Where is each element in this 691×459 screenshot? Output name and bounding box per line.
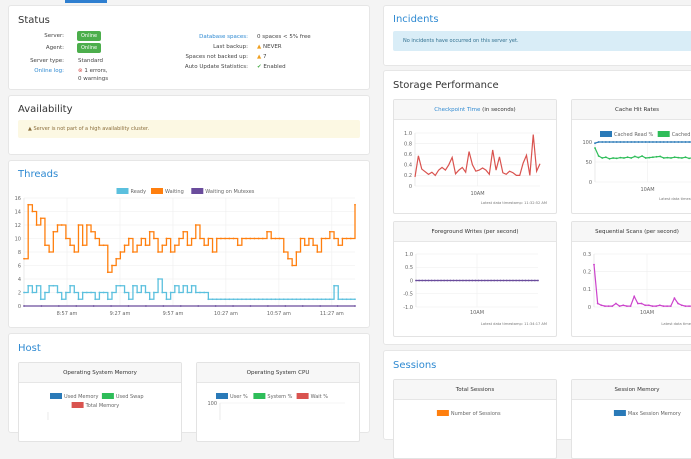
threads-panel: Threads [8, 160, 370, 328]
active-tab-indicator[interactable] [65, 0, 107, 3]
online-log-errors: ⊗ 1 errors, [78, 68, 108, 74]
auto-update-stats-label: Auto Update Statistics: [184, 64, 248, 70]
checkpoint-card: Checkpoint Time (in seconds) [393, 99, 557, 214]
availability-message: Server is not part of a high availabilit… [33, 126, 150, 132]
host-title[interactable]: Host [18, 343, 41, 354]
session-memory-card: Session Memory [571, 379, 691, 459]
cache-hit-card: Cache Hit Rates [571, 99, 691, 214]
server-status-badge: Online [77, 31, 102, 41]
total-sessions-card: Total Sessions [393, 379, 557, 459]
storage-title: Storage Performance [393, 80, 499, 91]
error-icon: ⊗ [78, 68, 83, 74]
sequential-scans-card: Sequential Scans (per second) [571, 221, 691, 337]
database-spaces-value: 0 spaces < 5% free [257, 34, 311, 40]
auto-update-stats-value: ✔ Enabled [257, 64, 286, 70]
online-log-link[interactable]: Online log: [34, 68, 64, 74]
agent-label: Agent: [45, 45, 64, 51]
warning-icon: ▲ [28, 126, 32, 132]
server-type-value: Standard [78, 58, 104, 64]
online-log-warnings: 0 warnings [78, 76, 109, 82]
sessions-title[interactable]: Sessions [393, 360, 436, 371]
cache-hit-title: Cache Hit Rates [572, 100, 691, 120]
foreground-writes-card: Foreground Writes (per second) [393, 221, 557, 337]
agent-status-badge: Online [77, 43, 102, 53]
status-panel: Status Server: Online Agent: Online Serv… [8, 5, 370, 90]
sequential-scans-title: Sequential Scans (per second) [572, 222, 691, 242]
errors-count: 1 errors, [84, 68, 108, 74]
total-sessions-title: Total Sessions [394, 380, 556, 400]
availability-panel: Availability ▲ Server is not part of a h… [8, 95, 370, 155]
host-panel: Host Operating System Memory Operating S… [8, 333, 370, 442]
os-cpu-card: Operating System CPU [196, 362, 360, 442]
threads-title[interactable]: Threads [18, 169, 58, 180]
os-memory-title: Operating System Memory [19, 363, 181, 383]
server-label: Server: [44, 33, 64, 39]
os-cpu-title: Operating System CPU [197, 363, 359, 383]
availability-title: Availability [18, 104, 73, 115]
check-icon: ✔ [257, 64, 262, 70]
os-memory-card: Operating System Memory [18, 362, 182, 442]
sessions-panel: Sessions Total Sessions Session Memory [383, 350, 691, 459]
last-backup-value: ▲ NEVER [257, 44, 282, 50]
database-spaces-link[interactable]: Database spaces: [199, 34, 248, 40]
storage-performance-panel: Storage Performance Checkpoint Time (in … [383, 70, 691, 345]
foreground-writes-title: Foreground Writes (per second) [394, 222, 556, 242]
incidents-panel: Incidents No incidents have occurred on … [383, 5, 691, 66]
warning-icon: ▲ [257, 44, 262, 50]
session-memory-title: Session Memory [572, 380, 691, 400]
auto-update-text: Enabled [263, 64, 286, 70]
spaces-count: 7 [262, 54, 267, 60]
spaces-not-backed-up-value: ▲ 7 [257, 54, 266, 60]
status-title: Status [18, 15, 50, 26]
server-type-label: Server type: [30, 58, 64, 64]
warning-icon: ▲ [257, 54, 262, 60]
last-backup-label: Last backup: [213, 44, 248, 50]
checkpoint-suffix: (in seconds) [482, 107, 516, 113]
availability-alert: ▲ Server is not part of a high availabil… [18, 120, 360, 138]
incidents-title[interactable]: Incidents [393, 14, 439, 25]
checkpoint-time-link[interactable]: Checkpoint Time [434, 107, 480, 113]
spaces-not-backed-up-label: Spaces not backed up: [185, 54, 248, 60]
incidents-alert: No incidents have occurred on this serve… [393, 31, 691, 51]
checkpoint-header: Checkpoint Time (in seconds) [394, 100, 556, 120]
last-backup-text: NEVER [262, 44, 282, 50]
